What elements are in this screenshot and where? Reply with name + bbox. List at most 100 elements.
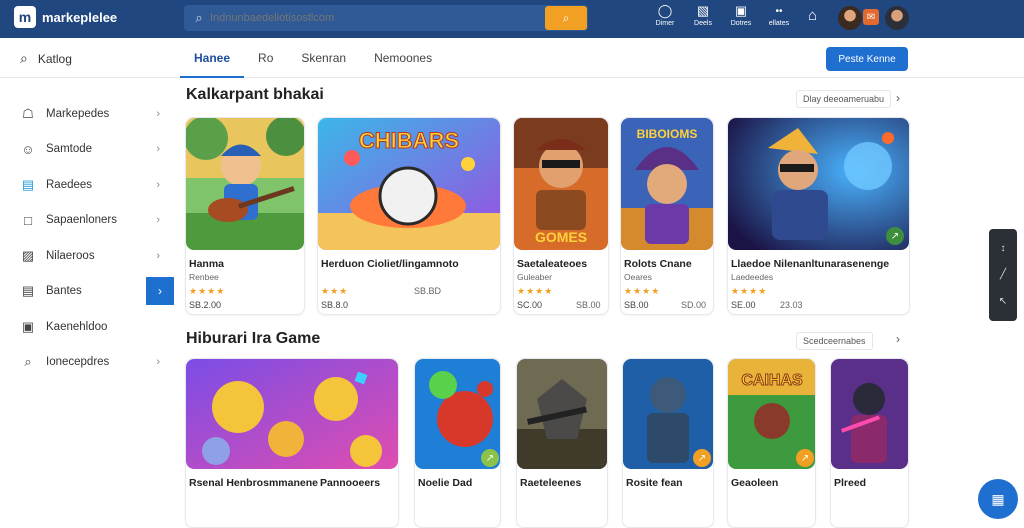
edit-icon[interactable]: ╱ [1000, 269, 1006, 280]
store-icon: ☖ [22, 105, 34, 121]
card-publisher: Guleaber [517, 272, 552, 282]
deels-button[interactable]: ▧ Deels [684, 4, 722, 27]
deels-label: Deels [694, 20, 712, 27]
platform-badge-icon: ↗ [886, 227, 904, 245]
wolf-art [517, 359, 607, 469]
art-title: CAIHAS [741, 372, 803, 389]
sidebar-item-kaenehldoo[interactable]: ▣ Kaenehldoo [0, 309, 174, 345]
art-title: GOMES [535, 229, 587, 245]
top-bar: m markeplelee ⌕ ⌕ ◯ Dimer ▧ Deels ▣ Dotres … [0, 0, 1024, 38]
list-icon: ▤ [21, 283, 35, 299]
platform-badge-icon: ↗ [796, 449, 814, 467]
dimer-button[interactable]: ◯ Dimer [646, 4, 684, 27]
chevron-right-icon[interactable]: › [896, 332, 900, 346]
search-bar: ⌕ ⌕ [184, 5, 588, 31]
profile-avatar[interactable] [885, 6, 909, 30]
sidebar-item-label: Nilaeroos [46, 249, 95, 262]
dotres-button[interactable]: ▣ Dotres [722, 4, 760, 27]
catalog-label: Katlog [37, 51, 72, 66]
search-button-icon: ⌕ [562, 10, 570, 25]
sidebar-item-markepedes[interactable]: ☖ Markepedes › [0, 96, 174, 132]
cursor-icon[interactable]: ↖ [999, 296, 1007, 307]
logo-mark-icon: m [14, 6, 36, 28]
sidebar-item-raedees[interactable]: ▤ Raedees › [0, 167, 174, 203]
avatar[interactable] [838, 6, 862, 30]
card-title: Plreed [834, 477, 867, 489]
art-title: BIBOIOMS [637, 127, 698, 141]
card-downloads: SB.00 [576, 300, 601, 310]
publish-button[interactable]: Peste Kenne [826, 47, 908, 71]
chevron-right-icon: › [156, 107, 160, 120]
game-card[interactable]: Plreed [830, 358, 909, 528]
header-icon-group: ◯ Dimer ▧ Deels ▣ Dotres •• ellates [646, 4, 798, 27]
card-downloads: 23.03 [780, 300, 803, 310]
rating-stars: ★★★★ [624, 286, 661, 296]
dimer-icon: ◯ [657, 3, 673, 18]
art-title: CHIBARS [359, 128, 459, 153]
rating-stars: ★★★★ [189, 286, 226, 296]
game-card[interactable]: Rsenal Henbrosmmanene Pannooeers [185, 358, 399, 528]
tab-home[interactable]: Hanee [180, 38, 245, 78]
chibars-ball-art: CHIBARS [318, 118, 500, 250]
chevron-right-icon: › [156, 178, 160, 191]
sidebar-item-samtode[interactable]: ☺ Samtode › [0, 132, 174, 168]
search-icon: ⌕ [24, 354, 32, 370]
game-card[interactable]: ↗ Rosite fean [622, 358, 714, 528]
card-title: Herduon Cioliet/lingamnoto [321, 258, 459, 270]
guitar-boy-art [186, 118, 304, 250]
chevron-right-icon: › [156, 214, 160, 227]
card-title: Hanma [189, 258, 225, 270]
notification-icon[interactable]: ✉ [863, 9, 879, 25]
wizard-art: BIBOIOMS [621, 118, 713, 250]
see-all-link[interactable]: Scedceernabes [796, 332, 873, 350]
game-card[interactable]: ↗ Llaedoe Nilenanltunarasenenge Laedeede… [727, 117, 910, 315]
game-card[interactable]: CHIBARS Herduon Cioliet/lingamnoto ★★★ S… [317, 117, 501, 315]
logo[interactable]: m markeplelee [14, 6, 117, 28]
tab-skenran[interactable]: Skenran [287, 38, 360, 78]
game-card[interactable]: Hanma Renbee ★★★★ SB.2.00 [185, 117, 305, 315]
card-title: Geaoleen [731, 477, 779, 489]
sidebar-item-nilaeroos[interactable]: ▨ Nilaeroos › [0, 238, 174, 274]
tab-ro[interactable]: Ro [244, 38, 287, 78]
deels-icon: ▧ [696, 3, 710, 18]
chat-fab-button[interactable]: ▦ [978, 479, 1018, 519]
card-price: SB.8.0 [321, 300, 349, 310]
card-price: SE.00 [731, 300, 756, 310]
game-card[interactable]: BIBOIOMS Rolots Cnane Oeares ★★★★ SB.00 … [620, 117, 714, 315]
sidebar-item-bantes[interactable]: ▤ Bantes › [0, 274, 174, 310]
game-card[interactable]: Raeteleenes [516, 358, 608, 528]
game-card[interactable]: ↗ Noelie Dad [414, 358, 501, 528]
search-input[interactable] [210, 12, 540, 24]
expand-icon[interactable]: ↕ [1001, 243, 1006, 254]
see-all-link[interactable]: Dlay deeoameruabu [796, 90, 892, 108]
search-button[interactable]: ⌕ [545, 6, 587, 30]
card-title: Rolots Cnane [624, 258, 692, 270]
section-title: Hiburari Ira Game [186, 330, 321, 347]
square-icon: □ [24, 212, 32, 228]
card-price: SB.2.00 [189, 300, 222, 310]
chevron-right-icon: › [156, 143, 160, 156]
pirate-art: GOMES [514, 118, 608, 250]
chevron-right-icon[interactable]: › [146, 276, 174, 305]
card-price: SB.00 [624, 300, 649, 310]
search-icon: ⌕ [195, 10, 203, 25]
chevron-right-icon[interactable]: › [896, 91, 900, 105]
card-downloads: SB.BD [414, 286, 442, 296]
exlates-button[interactable]: •• ellates [760, 4, 798, 28]
sidebar-item-ionecepdres[interactable]: ⌕ Ionecepdres › [0, 345, 174, 381]
catalog-button[interactable]: ⌕ Katlog [20, 50, 72, 67]
cart-icon[interactable]: ⌂ [808, 7, 817, 24]
game-card[interactable]: GOMES Saetaleateoes Guleaber ★★★★ SC.00 … [513, 117, 609, 315]
card-title: Llaedoe Nilenanltunarasenenge [731, 258, 890, 270]
chevron-right-icon: › [156, 356, 160, 369]
card-publisher: Oeares [624, 272, 652, 282]
game-card[interactable]: CAIHAS ↗ Geaoleen [727, 358, 816, 528]
ninja-art [831, 359, 908, 469]
map-icon: ▨ [21, 247, 35, 263]
sidebar-item-label: Sapaenloners [46, 214, 117, 227]
dotres-icon: ▣ [734, 3, 748, 18]
sidebar-item-sapaenloners[interactable]: □ Sapaenloners › [0, 203, 174, 239]
sidebar-item-label: Ionecepdres [46, 356, 110, 369]
tab-nemoones[interactable]: Nemoones [360, 38, 446, 78]
search-icon: ⌕ [20, 50, 28, 66]
